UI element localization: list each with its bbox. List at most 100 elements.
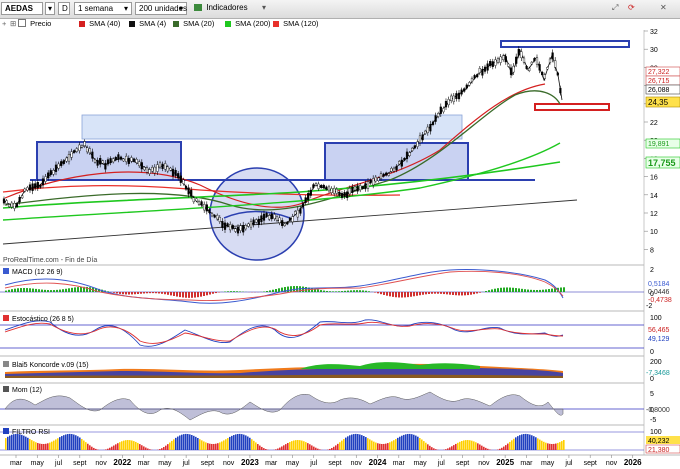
x-axis: mar may jul sept nov 2022 mar may jul sept nov 2023… <box>10 455 642 467</box>
filtro-bar <box>519 435 521 450</box>
filtro-bar <box>445 449 447 450</box>
x-tick-label: 2022 <box>113 458 131 467</box>
macd-bar <box>140 292 142 294</box>
candle-body <box>343 192 346 197</box>
macd-bar <box>20 288 22 292</box>
macd-bar <box>365 290 367 292</box>
filtro-bar <box>461 441 463 450</box>
macd-bar <box>437 292 439 294</box>
momentum-panel[interactable]: Mom (12) 5 0 -5 -0,8000 <box>0 386 670 424</box>
candle-body <box>387 173 390 176</box>
filtro-bar <box>189 434 191 450</box>
candle-body <box>44 176 47 182</box>
macd-bar <box>452 292 454 295</box>
price-tick-label: 22 <box>650 120 658 127</box>
filtro-bar <box>89 445 91 450</box>
filtro-bar <box>473 441 475 450</box>
x-tick-label: 2026 <box>624 458 642 467</box>
macd-value-3: -0,4738 <box>648 297 672 304</box>
filtro-rsi-panel[interactable]: FILTRO RSI 100 0 40,232 21,380 <box>0 428 680 454</box>
macd-bar <box>191 292 193 298</box>
filtro-tick-top: 100 <box>650 429 662 436</box>
macd-bar <box>563 287 565 292</box>
filtro-bar <box>29 438 31 450</box>
stochastic-panel[interactable]: Estocástico (26 8 5) 100 0 56,465 49,129 <box>0 315 670 356</box>
filtro-bar <box>121 441 123 450</box>
candle-body <box>119 156 123 160</box>
filtro-bar <box>173 439 175 450</box>
macd-panel[interactable]: MACD (12 26 9) 2 0 -2 0,5184 0,0446 -0,4… <box>0 267 672 310</box>
filtro-bar <box>107 448 109 450</box>
filtro-bar <box>37 443 39 450</box>
stoch-swatch-icon <box>3 315 9 321</box>
macd-bar <box>131 292 133 295</box>
filtro-bar <box>299 440 301 450</box>
filtro-bar <box>385 443 387 450</box>
macd-bar <box>164 292 166 295</box>
macd-bar <box>269 290 271 292</box>
candle-body <box>226 223 229 227</box>
macd-bar <box>227 291 229 292</box>
filtro-bar <box>223 440 225 450</box>
candle-body <box>353 186 357 191</box>
candle-body <box>455 93 458 100</box>
macd-bar <box>122 292 124 295</box>
filtro-bar <box>529 434 531 450</box>
candle-body <box>364 183 367 190</box>
candle-body <box>57 163 60 169</box>
candle-body <box>413 145 416 149</box>
filtro-bar <box>247 436 249 450</box>
candle-body <box>91 151 94 159</box>
macd-bar <box>392 292 394 297</box>
macd-bar <box>347 290 349 292</box>
candle-body <box>304 197 307 203</box>
filtro-bar <box>395 439 397 450</box>
macd-bar <box>116 292 118 294</box>
filtro-bar <box>127 440 129 450</box>
macd-bar <box>434 292 436 294</box>
macd-bar <box>119 292 121 294</box>
candle-body <box>39 184 42 188</box>
candle-body <box>265 212 268 217</box>
macd-bar <box>197 292 199 298</box>
filtro-bar <box>15 433 17 450</box>
filtro-bar <box>499 448 501 450</box>
stoch-tick-bottom: 0 <box>650 349 654 356</box>
filtro-bar <box>287 443 289 450</box>
filtro-bar <box>135 441 137 450</box>
filtro-bar <box>279 447 281 450</box>
filtro-bar <box>427 444 429 450</box>
candle-body <box>559 87 562 94</box>
main-chart[interactable] <box>2 40 630 261</box>
price-tag-sma200-b: 17,755 <box>648 158 676 168</box>
candle-body <box>117 154 120 160</box>
macd-bar <box>500 287 502 292</box>
candle-body <box>75 148 78 152</box>
filtro-bar <box>367 438 369 450</box>
candle-body <box>244 225 247 230</box>
filtro-bar <box>65 434 67 450</box>
macd-bar <box>203 292 205 297</box>
filtro-bar <box>187 433 189 450</box>
filtro-bar <box>143 446 145 450</box>
macd-bar <box>74 287 76 292</box>
candle-body <box>424 130 427 134</box>
price-tick-label: 16 <box>650 175 658 182</box>
macd-bar <box>143 292 145 294</box>
candle-body <box>320 185 323 188</box>
candle-body <box>179 175 182 183</box>
candle-body <box>403 157 406 161</box>
filtro-bar <box>509 441 511 450</box>
macd-bar <box>167 292 169 295</box>
macd-bar <box>5 290 7 292</box>
candle-body <box>125 155 128 163</box>
macd-bar <box>17 288 19 292</box>
filtro-bar <box>371 440 373 450</box>
koncorde-panel[interactable]: Blai5 Koncorde v.09 (15) 200 0 -7,3468 <box>3 359 670 383</box>
macd-bar <box>179 292 181 298</box>
macd-bar <box>380 292 382 295</box>
filtro-bar <box>317 448 319 450</box>
filtro-bar <box>311 445 313 450</box>
macd-bar <box>449 292 451 295</box>
candle-body <box>239 225 242 231</box>
